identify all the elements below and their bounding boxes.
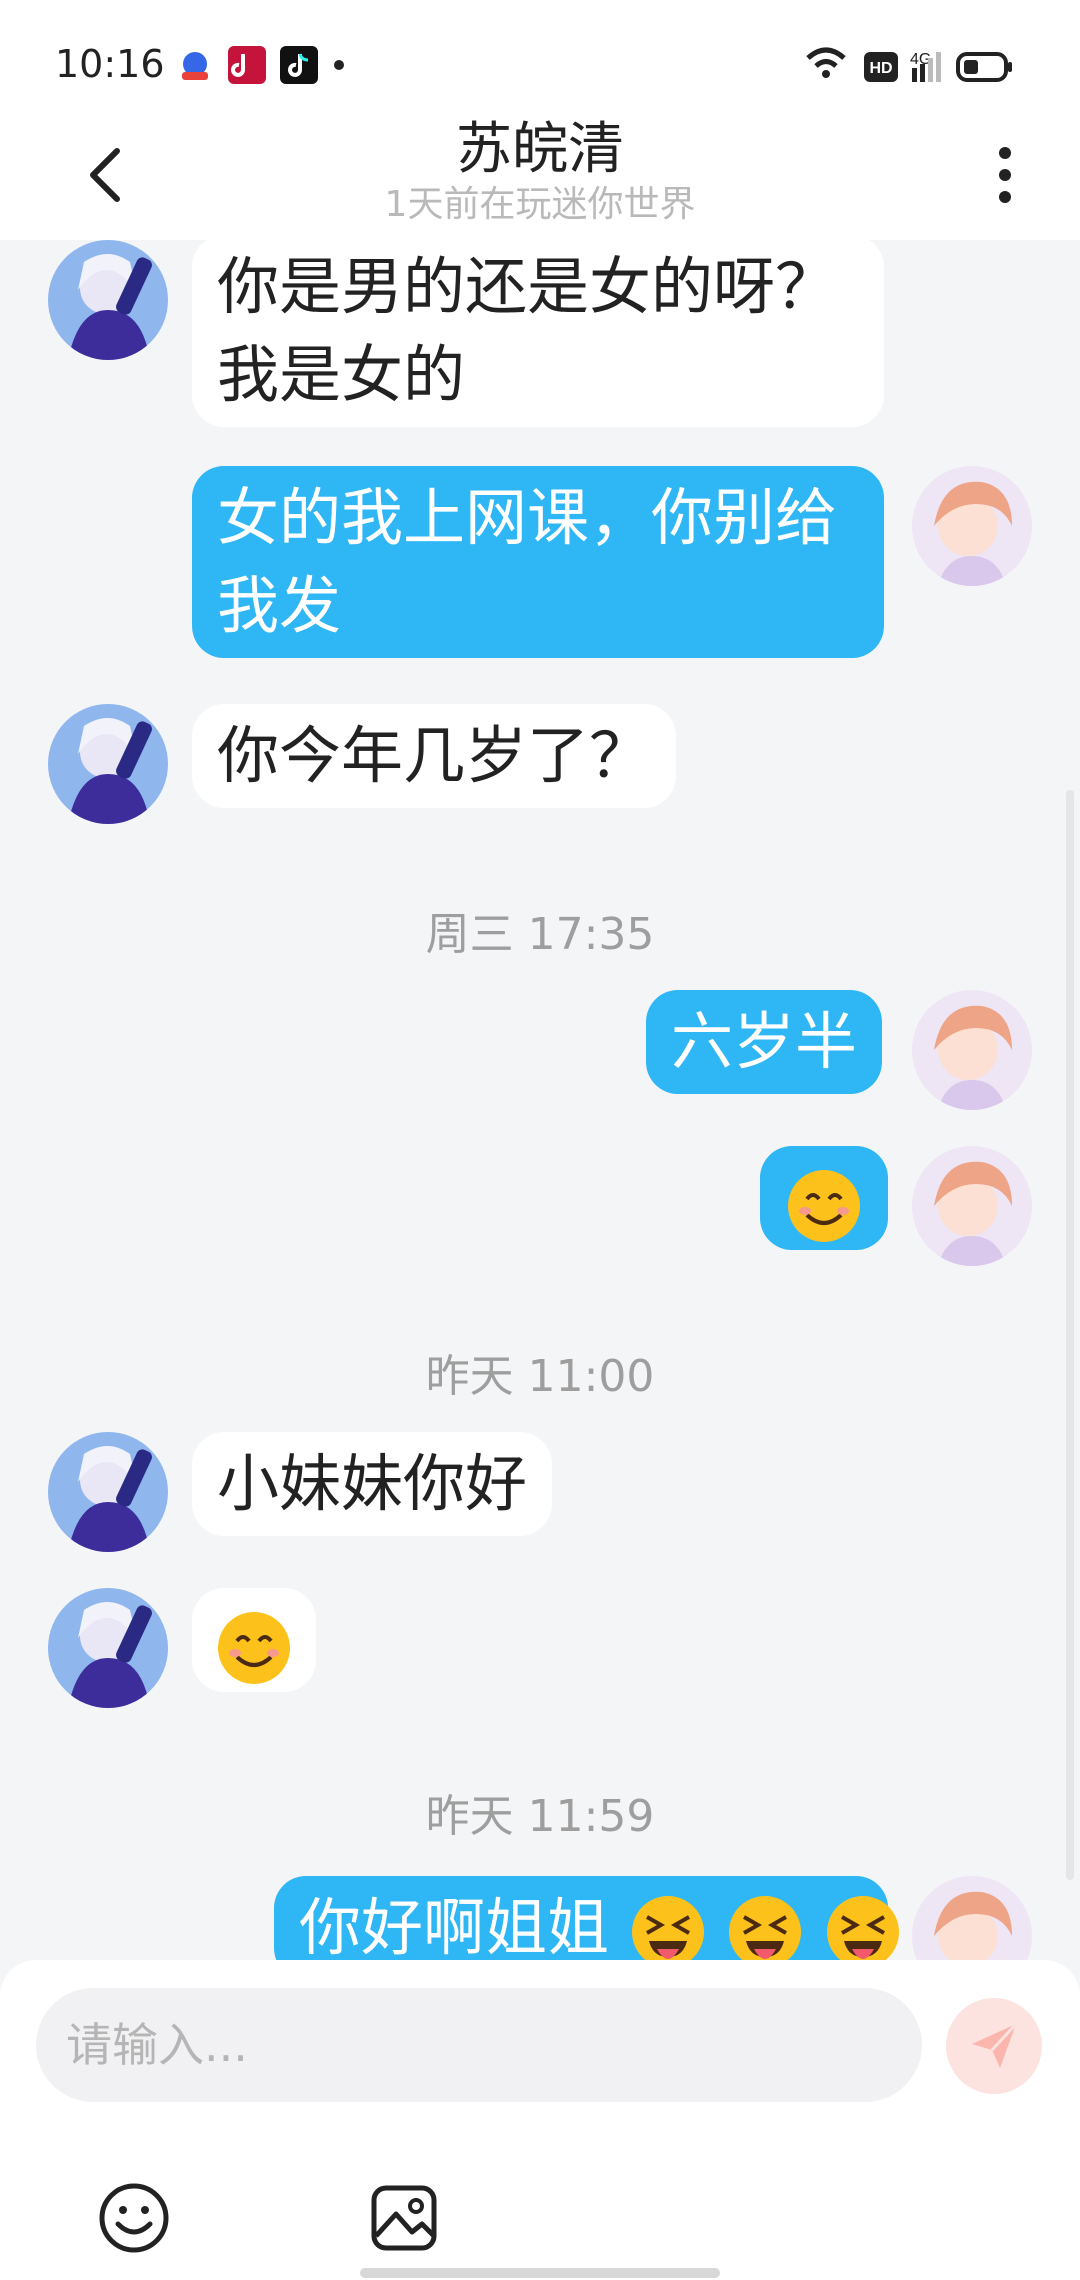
chat-header: 苏皖清 1天前在玩迷你世界 xyxy=(0,110,1080,240)
baidu-app-icon xyxy=(176,46,214,84)
notification-dot xyxy=(334,60,344,70)
message-text: 你好啊姐姐 xyxy=(299,1891,610,1960)
message-bubble-sent-emoji[interactable] xyxy=(760,1146,888,1250)
svg-text:HD: HD xyxy=(869,60,892,77)
smiley-face-icon xyxy=(99,2183,169,2253)
video-app-icon xyxy=(228,46,266,84)
emoji-button[interactable] xyxy=(96,2180,172,2256)
contact-avatar[interactable] xyxy=(48,1588,168,1708)
squinting-tongue-emoji-icon xyxy=(729,1895,802,1960)
message-timestamp: 周三 17:35 xyxy=(425,909,655,960)
message-bubble-received[interactable]: 你是男的还是女的呀？我是女的 xyxy=(192,240,884,427)
message-bubble-sent[interactable]: 六岁半 xyxy=(646,990,883,1094)
message-bubble-received[interactable]: 你今年几岁了？ xyxy=(192,704,677,808)
image-icon xyxy=(371,2185,437,2251)
my-avatar[interactable] xyxy=(912,466,1032,586)
my-avatar[interactable] xyxy=(912,1876,1032,1960)
squinting-tongue-emoji-icon xyxy=(827,1895,900,1960)
message-timestamp: 昨天 11:00 xyxy=(425,1351,655,1402)
status-icons: HD 4G xyxy=(780,0,1080,110)
message-input[interactable] xyxy=(36,1988,922,2102)
contact-status: 1天前在玩迷你世界 xyxy=(384,184,696,225)
more-options-button[interactable] xyxy=(970,135,1040,215)
tiktok-app-icon xyxy=(280,46,318,84)
message-list[interactable]: 你是男的还是女的呀？我是女的 女的我上网课，你别给我发 你今年几岁了？ 周三 1… xyxy=(0,240,1080,1960)
contact-name: 苏皖清 xyxy=(456,117,624,182)
send-paper-plane-icon xyxy=(972,2022,1018,2068)
message-timestamp: 昨天 11:59 xyxy=(425,1791,655,1842)
send-button[interactable] xyxy=(946,1998,1042,2094)
message-bubble-received[interactable]: 小妹妹你好 xyxy=(192,1432,553,1536)
status-time: 10:16 xyxy=(55,42,165,86)
more-vertical-icon xyxy=(999,147,1011,203)
status-bar: 10:16 HD 4G xyxy=(0,0,1080,110)
contact-avatar[interactable] xyxy=(48,240,168,360)
squinting-tongue-emoji-icon xyxy=(631,1895,704,1960)
contact-avatar[interactable] xyxy=(48,704,168,824)
my-avatar[interactable] xyxy=(912,1146,1032,1266)
message-bubble-sent[interactable]: 你好啊姐姐 xyxy=(274,1876,900,1960)
wifi-signal-battery-icons: HD 4G xyxy=(806,47,1012,82)
my-avatar[interactable] xyxy=(912,990,1032,1110)
image-button[interactable] xyxy=(366,2180,442,2256)
smiling-face-emoji-icon xyxy=(218,1611,290,1684)
message-bubble-sent[interactable]: 女的我上网课，你别给我发 xyxy=(192,466,884,658)
smiling-face-emoji-icon xyxy=(788,1169,860,1242)
contact-avatar[interactable] xyxy=(48,1432,168,1552)
composer xyxy=(0,1960,1080,2280)
message-bubble-received-emoji[interactable] xyxy=(192,1588,316,1692)
home-indicator[interactable] xyxy=(360,2268,720,2278)
